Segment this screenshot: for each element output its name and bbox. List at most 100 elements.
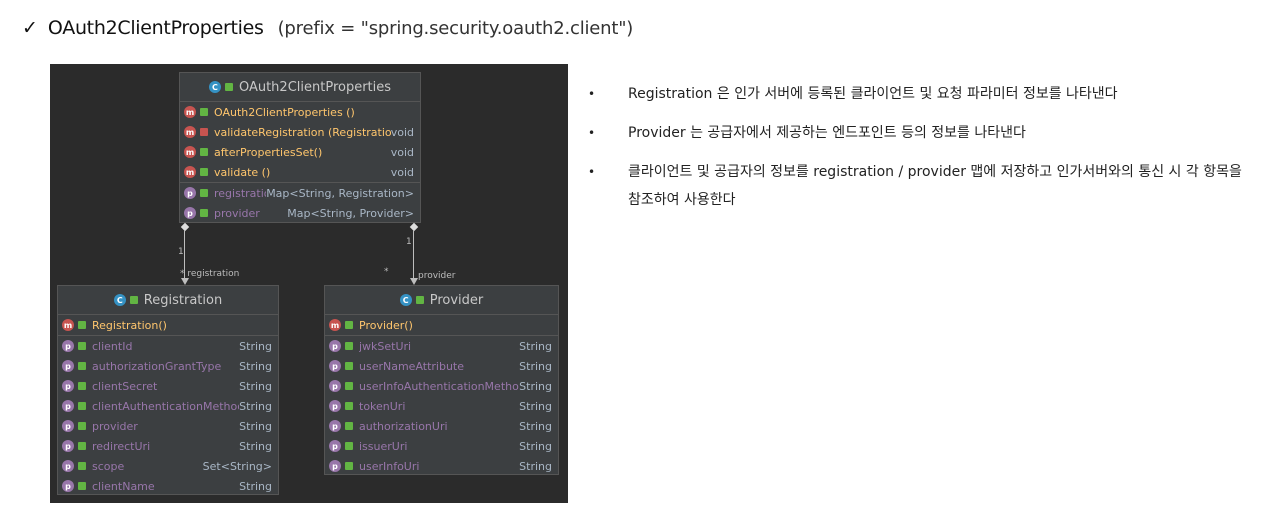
- class-oauth2clientproperties[interactable]: C OAuth2ClientProperties m OAuth2ClientP…: [179, 72, 421, 223]
- fields-section: p jwkSetUri String p userNameAttribute Strin…: [325, 336, 558, 476]
- association-label: provider: [418, 271, 456, 281]
- arrow-head-icon: [181, 278, 189, 285]
- public-icon: [345, 342, 353, 350]
- method-return-type: void: [390, 125, 414, 139]
- field-name: clientId: [92, 339, 133, 353]
- class-name: OAuth2ClientProperties: [238, 79, 392, 95]
- aggregation-diamond: [180, 222, 190, 232]
- method-icon: m: [184, 146, 196, 158]
- field-type: String: [519, 439, 552, 453]
- public-icon: [345, 362, 353, 370]
- public-icon: [78, 422, 86, 430]
- field-row[interactable]: p authorizationGrantType String: [58, 356, 278, 376]
- methods-section: m Provider(): [325, 315, 558, 336]
- public-icon: [345, 382, 353, 390]
- field-name: userInfoAuthenticationMethod: [359, 379, 520, 393]
- field-icon: p: [62, 460, 74, 472]
- field-type: String: [239, 359, 272, 373]
- field-row[interactable]: p clientAuthenticationMethod String: [58, 396, 278, 416]
- method-row[interactable]: m OAuth2ClientProperties (): [180, 102, 420, 122]
- method-row[interactable]: m Registration(): [58, 315, 278, 335]
- class-title: OAuth2ClientProperties: [47, 17, 264, 39]
- public-icon: [78, 362, 86, 370]
- field-name: authorizationUri: [359, 419, 448, 433]
- field-icon: p: [62, 380, 74, 392]
- class-icon: C: [399, 294, 412, 306]
- field-row[interactable]: p userInfoAuthenticationMethod String: [325, 376, 558, 396]
- field-row[interactable]: p tokenUri String: [325, 396, 558, 416]
- field-name: scope: [92, 459, 125, 473]
- field-type: String: [239, 439, 272, 453]
- field-row[interactable]: p authorizationUri String: [325, 416, 558, 436]
- field-icon: p: [184, 187, 196, 199]
- field-name: redirectUri: [92, 439, 151, 453]
- public-icon: [224, 83, 233, 91]
- field-name: provider: [214, 206, 260, 220]
- field-icon: p: [329, 340, 341, 352]
- list-item: • 클라이언트 및 공급자의 정보를 registration / provid…: [585, 158, 1255, 214]
- method-row[interactable]: m validate () void: [180, 162, 420, 182]
- field-row[interactable]: p jwkSetUri String: [325, 336, 558, 356]
- bullet-icon: •: [588, 165, 596, 179]
- field-row[interactable]: p redirectUri String: [58, 436, 278, 456]
- field-type: String: [519, 379, 552, 393]
- public-icon: [129, 296, 138, 304]
- field-icon: p: [62, 360, 74, 372]
- class-icon: C: [208, 81, 221, 93]
- field-row[interactable]: p clientId String: [58, 336, 278, 356]
- field-type: Map<String, Provider>: [287, 206, 414, 220]
- class-registration[interactable]: C Registration m Registration() p clientI…: [57, 285, 279, 495]
- multiplicity-label: 1: [178, 247, 184, 257]
- method-name: validateRegistration (Registration): [214, 125, 391, 139]
- check-icon: ✓: [22, 17, 38, 39]
- public-icon: [345, 402, 353, 410]
- class-header: C Registration: [58, 286, 278, 315]
- field-row[interactable]: p scope Set<String>: [58, 456, 278, 476]
- field-row[interactable]: p provider Map<String, Provider>: [180, 203, 420, 223]
- public-icon: [345, 462, 353, 470]
- field-row[interactable]: p userNameAttribute String: [325, 356, 558, 376]
- public-icon: [200, 108, 208, 116]
- method-row[interactable]: m validateRegistration (Registration) vo…: [180, 122, 420, 142]
- private-lock-icon: [200, 128, 208, 136]
- field-icon: p: [62, 400, 74, 412]
- method-row[interactable]: m afterPropertiesSet() void: [180, 142, 420, 162]
- field-row[interactable]: p clientName String: [58, 476, 278, 496]
- method-icon: m: [184, 126, 196, 138]
- field-icon: p: [329, 360, 341, 372]
- heading: ✓ OAuth2ClientProperties (prefix = "spri…: [22, 17, 633, 47]
- field-name: clientName: [92, 479, 155, 493]
- field-type: String: [519, 399, 552, 413]
- class-icon: C: [113, 294, 126, 306]
- field-row[interactable]: p userInfoUri String: [325, 456, 558, 476]
- field-icon: p: [329, 400, 341, 412]
- field-name: issuerUri: [359, 439, 408, 453]
- method-row[interactable]: m Provider(): [325, 315, 558, 335]
- public-icon: [200, 168, 208, 176]
- bullet-text: 클라이언트 및 공급자의 정보를 registration / provider…: [628, 164, 1242, 208]
- field-row[interactable]: p issuerUri String: [325, 436, 558, 456]
- method-return-type: void: [390, 145, 414, 159]
- field-name: registration: [214, 186, 266, 200]
- method-icon: m: [184, 106, 196, 118]
- field-name: jwkSetUri: [359, 339, 412, 353]
- fields-section: p registration Map<String, Registration>…: [180, 183, 420, 223]
- multiplicity-label: *: [384, 267, 389, 277]
- field-type: String: [239, 419, 272, 433]
- field-name: userNameAttribute: [359, 359, 465, 373]
- class-provider[interactable]: C Provider m Provider() p jwkSetUri String…: [324, 285, 559, 475]
- field-row[interactable]: p registration Map<String, Registration>: [180, 183, 420, 203]
- field-row[interactable]: p clientSecret String: [58, 376, 278, 396]
- class-header: C OAuth2ClientProperties: [180, 73, 420, 102]
- field-type: String: [519, 459, 552, 473]
- arrow-head-icon: [410, 278, 418, 285]
- method-icon: m: [62, 319, 74, 331]
- method-name: validate (): [214, 165, 271, 179]
- multiplicity-label: 1: [406, 237, 412, 247]
- field-type: String: [239, 339, 272, 353]
- public-icon: [415, 296, 424, 304]
- method-icon: m: [329, 319, 341, 331]
- field-type: String: [239, 479, 272, 493]
- field-row[interactable]: p provider String: [58, 416, 278, 436]
- public-icon: [78, 382, 86, 390]
